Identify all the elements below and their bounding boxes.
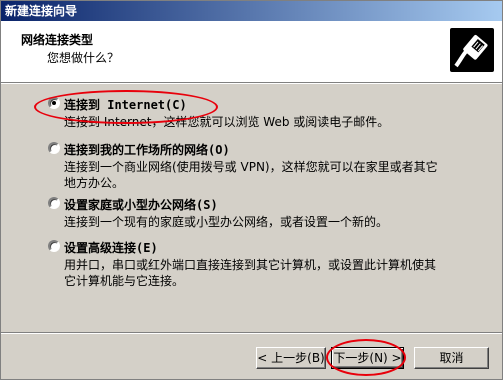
option-internet-description: 连接到 Internet，这样您就可以浏览 Web 或阅读电子邮件。 xyxy=(64,115,390,129)
radio-advanced[interactable] xyxy=(48,240,60,252)
option-internet-label[interactable]: 连接到 Internet(C) xyxy=(64,96,187,113)
option-workplace-label[interactable]: 连接到我的工作场所的网络(O) xyxy=(64,141,230,158)
radio-internet[interactable] xyxy=(48,97,60,109)
header-subtitle: 您想做什么？ xyxy=(47,51,120,65)
window-title: 新建连接向导 xyxy=(1,1,502,21)
option-home-network-label[interactable]: 设置家庭或小型办公网络(S) xyxy=(64,196,218,213)
option-workplace-description: 连接到一个商业网络(使用拨号或 VPN)，这样您就可以在家里或者其它地方办公。 xyxy=(64,160,438,190)
cancel-button[interactable]: 取消 xyxy=(414,347,489,369)
wizard-window: 新建连接向导 网络连接类型 您想做什么？ 连接到 Internet(C) 连接到… xyxy=(0,0,503,380)
next-button[interactable]: 下一步(N) > xyxy=(331,347,404,369)
button-separator xyxy=(1,332,502,334)
back-button[interactable]: < 上一步(B) xyxy=(256,347,326,369)
option-home-network-description: 连接到一个现有的家庭或小型办公网络，或者设置一个新的。 xyxy=(64,215,389,229)
network-cable-icon xyxy=(450,28,494,72)
radio-workplace[interactable] xyxy=(48,142,60,154)
radio-home-network[interactable] xyxy=(48,197,60,209)
option-advanced-label[interactable]: 设置高级连接(E) xyxy=(64,239,158,256)
header-title: 网络连接类型 xyxy=(21,33,94,47)
wizard-header: 网络连接类型 您想做什么？ xyxy=(1,21,502,83)
option-advanced-description: 用并口，串口或红外端口直接连接到其它计算机，或设置此计算机使其它计算机能与它连接… xyxy=(64,258,437,288)
